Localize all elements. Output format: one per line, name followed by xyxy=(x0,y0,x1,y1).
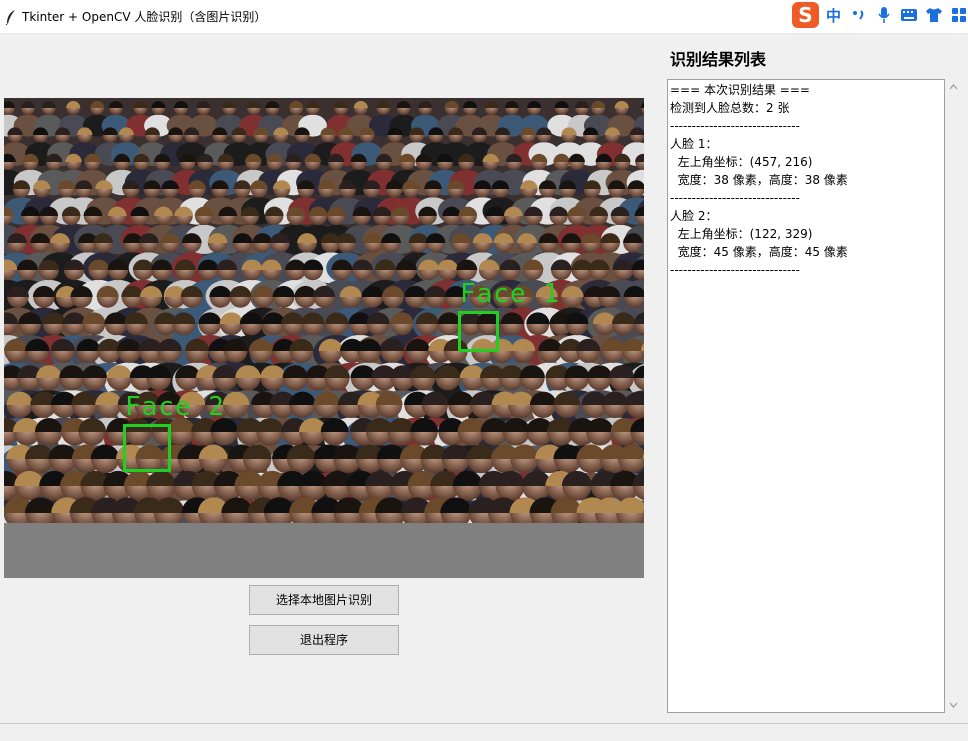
title-bar: Tkinter + OpenCV 人脸识别（含图片识别） S 中 xyxy=(0,0,968,34)
keyboard-icon[interactable] xyxy=(898,4,919,26)
scroll-down-icon[interactable] xyxy=(949,701,958,709)
face-label: Face 1 xyxy=(460,281,560,307)
result-line: 检测到人脸总数：2 张 xyxy=(670,99,942,117)
ime-toolbar: S 中 xyxy=(790,0,968,30)
result-line: ------------------------------ xyxy=(670,117,942,135)
face-detection-box xyxy=(123,424,171,472)
face-detection-box xyxy=(458,311,499,352)
result-line: ------------------------------ xyxy=(670,261,942,279)
image-display-panel: Face 1 Face 2 xyxy=(4,98,644,578)
microphone-icon[interactable] xyxy=(873,4,894,26)
scroll-up-icon[interactable] xyxy=(949,83,958,91)
select-image-button[interactable]: 选择本地图片识别 xyxy=(249,585,399,615)
results-scrollbar[interactable] xyxy=(945,79,962,713)
result-line: 左上角坐标：(122, 329) xyxy=(670,225,942,243)
result-line: === 本次识别结果 === xyxy=(670,81,942,99)
sogou-logo-icon[interactable]: S xyxy=(792,2,819,28)
result-line: 左上角坐标：(457, 216) xyxy=(670,153,942,171)
results-title: 识别结果列表 xyxy=(670,50,766,70)
result-line: 宽度：38 像素，高度：38 像素 xyxy=(670,171,942,189)
result-line: ------------------------------ xyxy=(670,189,942,207)
results-text-area[interactable]: === 本次识别结果 ===检测到人脸总数：2 张---------------… xyxy=(667,79,945,713)
apps-grid-icon[interactable] xyxy=(949,4,968,26)
window-bottom-edge xyxy=(0,723,968,741)
face-label: Face 2 xyxy=(125,394,225,420)
input-mode-toggle[interactable]: 中 xyxy=(823,5,844,26)
skin-icon[interactable] xyxy=(924,4,945,26)
punctuation-icon[interactable] xyxy=(848,4,869,26)
quit-button[interactable]: 退出程序 xyxy=(249,625,399,655)
result-line: 人脸 2： xyxy=(670,207,942,225)
result-line: 人脸 1： xyxy=(670,135,942,153)
feather-icon xyxy=(5,9,17,25)
crowd-photo xyxy=(4,98,644,523)
window-title: Tkinter + OpenCV 人脸识别（含图片识别） xyxy=(22,9,266,25)
result-line: 宽度：45 像素，高度：45 像素 xyxy=(670,243,942,261)
